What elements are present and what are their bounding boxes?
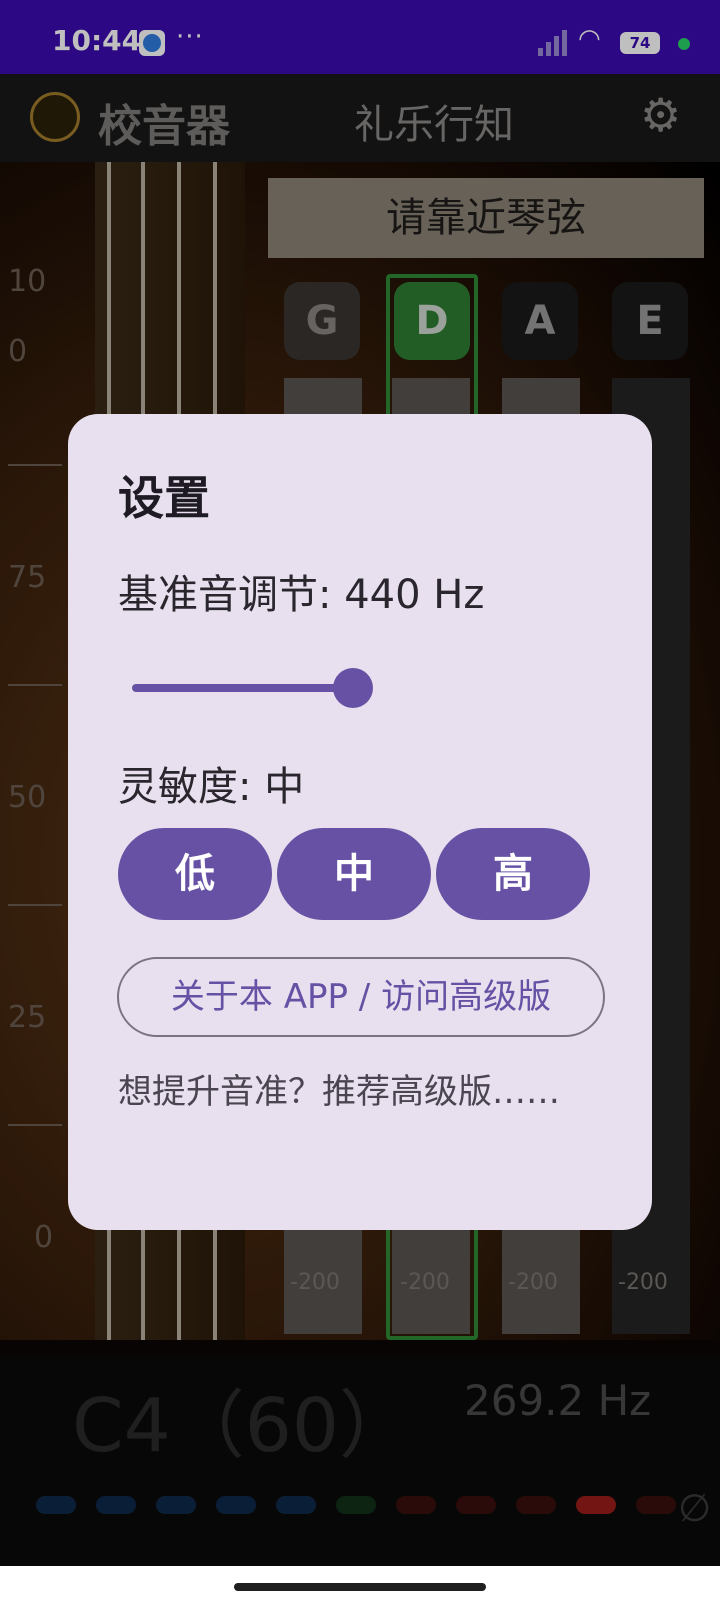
reference-pitch-label: 基准音调节: 440 Hz [118, 572, 485, 618]
promo-text: 想提升音准？推荐高级版…… [118, 1072, 560, 1112]
about-app-button[interactable]: 关于本 APP / 访问高级版 [117, 957, 605, 1037]
app-screen: 10:44 ··· ◠ 74 校音器 礼乐行知 ⚙ 10 0 75 50 25 … [0, 0, 720, 1600]
sensitivity-medium-button[interactable]: 中 [277, 828, 431, 920]
sensitivity-label: 灵敏度: 中 [118, 764, 305, 810]
home-gesture-handle[interactable] [234, 1583, 486, 1591]
sensitivity-low-button[interactable]: 低 [118, 828, 272, 920]
navigation-bar [0, 1566, 720, 1600]
settings-dialog: 设置 基准音调节: 440 Hz 灵敏度: 中 低 中 高 关于本 APP / … [68, 414, 652, 1230]
dialog-title: 设置 [118, 471, 210, 525]
slider-thumb[interactable] [333, 668, 373, 708]
sensitivity-high-button[interactable]: 高 [436, 828, 590, 920]
reference-pitch-slider[interactable] [132, 668, 373, 708]
